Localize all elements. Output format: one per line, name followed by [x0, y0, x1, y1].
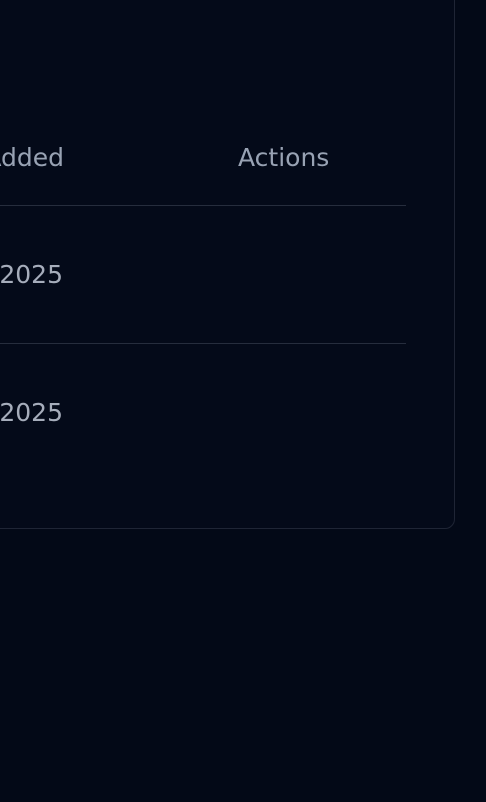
- date-added-cell: 2025: [0, 398, 63, 428]
- page: Date Added Actions 2025 2025: [0, 0, 486, 802]
- table-row[interactable]: 2025: [0, 344, 406, 482]
- column-header-actions: Actions: [238, 143, 330, 172]
- column-header-date-added[interactable]: Date Added: [0, 143, 64, 173]
- date-added-cell: 2025: [0, 260, 63, 290]
- table-header-row: Date Added Actions: [0, 0, 406, 206]
- table-row[interactable]: 2025: [0, 206, 406, 344]
- row-actions-cell: [238, 260, 338, 290]
- date-added-value: 2025: [0, 398, 63, 427]
- date-added-value: 2025: [0, 260, 63, 289]
- column-header-date-added-label: Date Added: [0, 143, 64, 172]
- row-actions-cell: [238, 398, 338, 428]
